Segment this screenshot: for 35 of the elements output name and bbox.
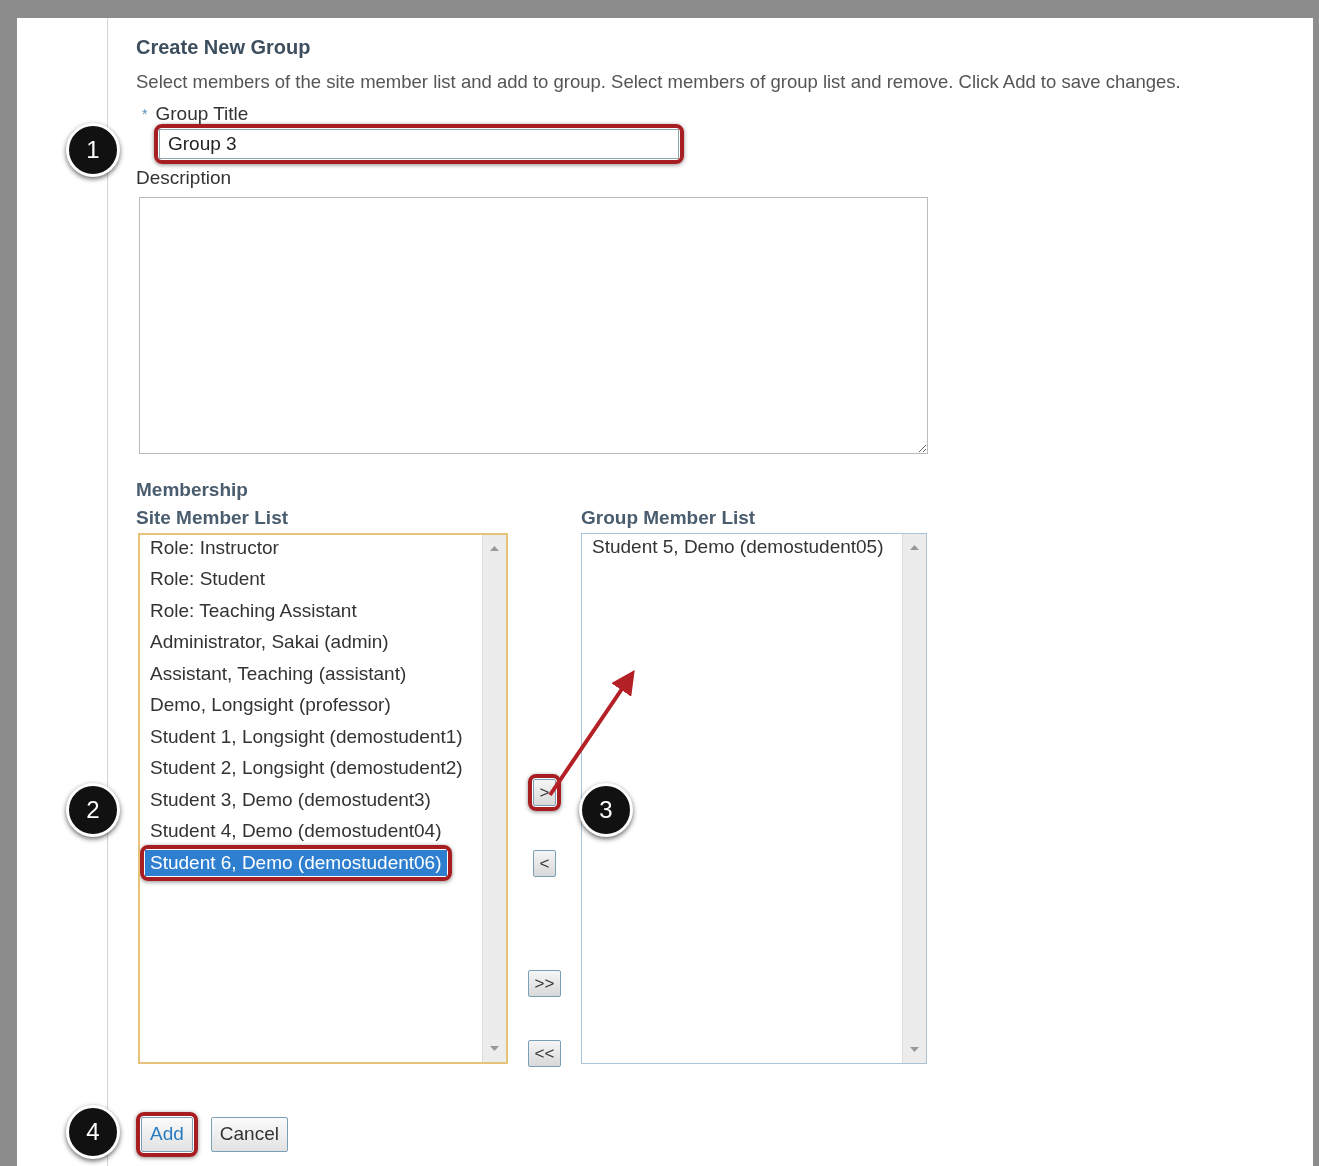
- transfer-button[interactable]: >>: [527, 970, 562, 998]
- scroll-down-icon[interactable]: [910, 1046, 919, 1052]
- transfer-button[interactable]: <: [532, 850, 557, 878]
- list-label: Group Member List: [581, 506, 757, 531]
- list-option[interactable]: Student 5, Demo (demostudent05): [587, 533, 889, 561]
- list-label: Site Member List: [136, 506, 290, 531]
- scroll-down-icon[interactable]: [490, 1045, 499, 1051]
- required-mark: *: [142, 104, 148, 124]
- list-option[interactable]: Role: Teaching Assistant: [145, 597, 362, 625]
- scroll-up-icon[interactable]: [910, 544, 919, 550]
- list-option[interactable]: Student 3, Demo (demostudent3): [145, 786, 436, 814]
- add-button[interactable]: Add: [141, 1117, 193, 1152]
- list-option[interactable]: Assistant, Teaching (assistant): [145, 660, 412, 688]
- field-label: Description: [136, 166, 233, 191]
- scrollbar[interactable]: [902, 533, 926, 1063]
- list-option[interactable]: Student 6, Demo (demostudent06): [145, 849, 447, 877]
- transfer-button[interactable]: <<: [527, 1040, 562, 1068]
- title-input[interactable]: Group 3: [159, 129, 679, 160]
- list-option[interactable]: Student 4, Demo (demostudent04): [145, 818, 447, 845]
- list-option[interactable]: Student 1, Longsight (demostudent1): [145, 723, 468, 751]
- description-input[interactable]: [139, 196, 928, 454]
- cancel-button[interactable]: Cancel: [210, 1117, 288, 1152]
- scrollbar[interactable]: [482, 534, 506, 1062]
- list-option[interactable]: Demo, Longsight (professor): [145, 692, 396, 719]
- field-label: Group Title: [155, 101, 249, 126]
- transfer-button[interactable]: >: [532, 779, 557, 807]
- section-heading: Membership: [136, 477, 249, 502]
- instructions-text: Select members of the site member list and add to group. Select members of group list and remove. Click Add to save changes.: [136, 70, 1182, 94]
- list-option[interactable]: Role: Student: [145, 566, 271, 593]
- list-option[interactable]: Administrator, Sakai (admin): [145, 629, 394, 656]
- list-option[interactable]: Role: Instructor: [145, 534, 284, 562]
- scroll-up-icon[interactable]: [490, 545, 499, 551]
- list-option[interactable]: Student 2, Longsight (demostudent2): [145, 755, 468, 782]
- page-title: Create New Group: [136, 35, 312, 60]
- member-listbox[interactable]: [138, 532, 508, 1064]
